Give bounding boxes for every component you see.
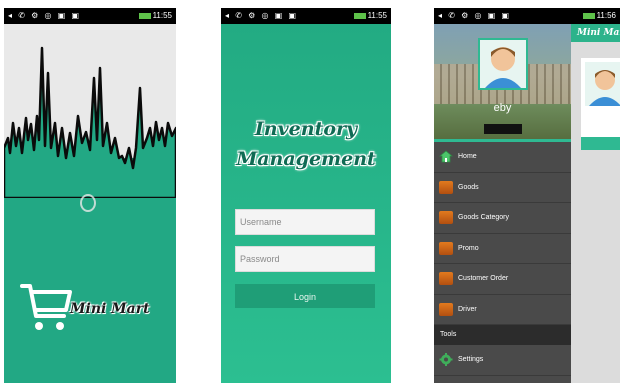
avatar-icon xyxy=(585,62,620,106)
menu-item-settings[interactable]: Settings xyxy=(434,345,571,376)
box-icon xyxy=(439,211,453,225)
menu-section-tools: Tools xyxy=(434,325,571,345)
battery-icon xyxy=(138,12,151,19)
status-bar: ◂ ✆ ⚙ ◎ ▣ ▣ 11:55 xyxy=(4,8,176,24)
loading-spinner xyxy=(80,194,96,212)
drawer-screen: ◂ ✆ ⚙ ◎ ▣ ▣ 11:56 Mini Mart eby xyxy=(434,8,620,383)
menu-item-customer-order[interactable]: Customer Order xyxy=(434,264,571,295)
menu-item-label: Promo xyxy=(458,244,479,252)
menu-item-home[interactable]: Home xyxy=(434,142,571,173)
user-avatar[interactable] xyxy=(478,38,528,90)
box-icon xyxy=(439,272,453,286)
notification-icons: ◂ ✆ ⚙ ◎ ▣ ▣ xyxy=(225,11,299,20)
menu-item-goods[interactable]: Goods xyxy=(434,173,571,203)
menu-item-promo[interactable]: Promo xyxy=(434,234,571,264)
login-button[interactable]: Login xyxy=(235,284,375,308)
drawer-menu: Home Goods Goods Category Promo Customer… xyxy=(434,142,571,383)
status-right: 11:55 xyxy=(138,8,172,24)
user-subtitle-bar xyxy=(484,124,522,134)
main-content-peek: Mini Mart xyxy=(571,24,620,383)
notification-icons: ◂ ✆ ⚙ ◎ ▣ ▣ xyxy=(438,11,512,20)
menu-item-goods-category[interactable]: Goods Category xyxy=(434,203,571,234)
notification-icons: ◂ ✆ ⚙ ◎ ▣ ▣ xyxy=(8,11,82,20)
status-right: 11:56 xyxy=(582,8,616,24)
home-icon xyxy=(438,150,454,163)
login-screen: ◂ ✆ ⚙ ◎ ▣ ▣ 11:55 Inventory Management L… xyxy=(221,8,391,383)
status-time: 11:55 xyxy=(367,11,387,20)
menu-item-label: Customer Order xyxy=(458,275,509,283)
brand-logo-text: Mini Mart xyxy=(70,301,150,317)
menu-item-label: Settings xyxy=(458,356,484,364)
box-icon xyxy=(439,302,453,316)
battery-icon xyxy=(582,12,595,19)
skyline-graphic xyxy=(4,46,176,198)
username-field[interactable] xyxy=(235,209,375,235)
box-icon xyxy=(439,180,453,194)
status-right: 11:55 xyxy=(353,8,387,24)
splash-screen: ◂ ✆ ⚙ ◎ ▣ ▣ 11:55 Mini Mart xyxy=(4,8,176,383)
drawer-header: eby xyxy=(434,24,571,142)
status-time: 11:56 xyxy=(596,11,616,20)
status-time: 11:55 xyxy=(152,11,172,20)
app-title-line2: Management xyxy=(236,148,376,170)
profile-accent-bar xyxy=(581,137,620,150)
cart-icon xyxy=(20,284,72,330)
menu-item-label: Goods Category xyxy=(458,214,509,222)
app-title-line1: Inventory xyxy=(254,118,358,140)
menu-item-label: Goods xyxy=(458,183,479,191)
battery-icon xyxy=(353,12,366,19)
menu-item-label: Driver xyxy=(458,305,477,313)
gear-icon xyxy=(439,353,453,367)
avatar-icon xyxy=(485,47,521,88)
status-bar: ◂ ✆ ⚙ ◎ ▣ ▣ 11:56 xyxy=(434,8,620,24)
box-icon xyxy=(439,241,453,255)
user-name: eby xyxy=(493,102,512,114)
status-bar: ◂ ✆ ⚙ ◎ ▣ ▣ 11:55 xyxy=(221,8,391,24)
menu-item-driver[interactable]: Driver xyxy=(434,295,571,325)
app-bar-title: Mini Mart xyxy=(571,24,620,42)
menu-item-label: Home xyxy=(458,153,477,161)
password-field[interactable] xyxy=(235,246,375,272)
